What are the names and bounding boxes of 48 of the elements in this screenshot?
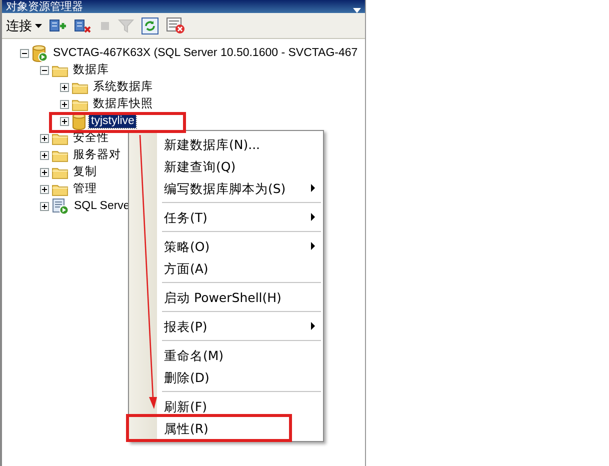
folder-icon	[52, 132, 68, 145]
tree-item[interactable]: 数据库快照	[91, 98, 155, 111]
expand-toggle[interactable]	[40, 134, 49, 143]
menu-item[interactable]: 属性(R)	[164, 420, 208, 436]
menu-item[interactable]: 新建查询(Q)	[164, 158, 236, 174]
menu-item[interactable]: 编写数据库脚本为(S)	[164, 180, 286, 196]
folder-icon	[52, 149, 68, 162]
tree-item[interactable]: SQL Serve	[72, 200, 132, 213]
database-icon	[72, 113, 86, 130]
menu-item[interactable]: 报表(P)	[164, 318, 208, 334]
tree-item[interactable]: 数据库	[71, 64, 111, 77]
menu-item[interactable]: 删除(D)	[164, 370, 210, 384]
menu-item[interactable]: 任务(T)	[164, 210, 208, 224]
folder-icon	[72, 81, 88, 94]
expand-toggle[interactable]	[60, 117, 69, 126]
refresh-icon[interactable]	[141, 16, 159, 34]
menu-item[interactable]: 刷新(F)	[164, 398, 207, 414]
agent-icon	[52, 198, 69, 215]
expand-toggle[interactable]	[60, 83, 69, 92]
panel-title: 对象资源管理器	[6, 0, 83, 13]
expand-toggle[interactable]	[60, 100, 69, 109]
tree-item[interactable]: 系统数据库	[91, 81, 155, 94]
tree-item[interactable]: 管理	[71, 183, 99, 196]
activity-report-icon[interactable]	[166, 16, 186, 34]
folder-icon	[72, 98, 88, 111]
expand-toggle[interactable]	[20, 49, 29, 58]
tree-item[interactable]: SVCTAG-467K63X (SQL Server 10.50.1600 - SVCTAG-467	[51, 47, 360, 60]
expand-toggle[interactable]	[40, 185, 49, 194]
expand-toggle[interactable]	[40, 66, 49, 75]
tree-item[interactable]: 复制	[71, 166, 99, 179]
expand-toggle[interactable]	[40, 202, 49, 211]
connect-menu[interactable]: 连接	[6, 16, 42, 34]
connect-icon[interactable]	[49, 18, 67, 34]
expand-toggle[interactable]	[40, 151, 49, 160]
menu-item[interactable]: 方面(A)	[164, 260, 208, 276]
menu-item[interactable]: 策略(O)	[164, 238, 210, 254]
tree-item[interactable]: 服务器对	[71, 149, 123, 162]
caret-icon	[35, 24, 42, 28]
menu-item[interactable]: 新建数据库(N)...	[164, 136, 260, 152]
tree-item[interactable]: tyjstylive	[89, 115, 136, 128]
disconnect-icon[interactable]	[74, 18, 92, 34]
folder-icon	[52, 166, 68, 179]
expand-toggle[interactable]	[40, 168, 49, 177]
menu-item[interactable]: 重命名(M)	[164, 348, 224, 362]
folder-icon	[52, 183, 68, 196]
server-icon	[32, 45, 48, 62]
folder-icon	[52, 64, 68, 77]
menu-item[interactable]: 启动 PowerShell(H)	[164, 290, 282, 304]
